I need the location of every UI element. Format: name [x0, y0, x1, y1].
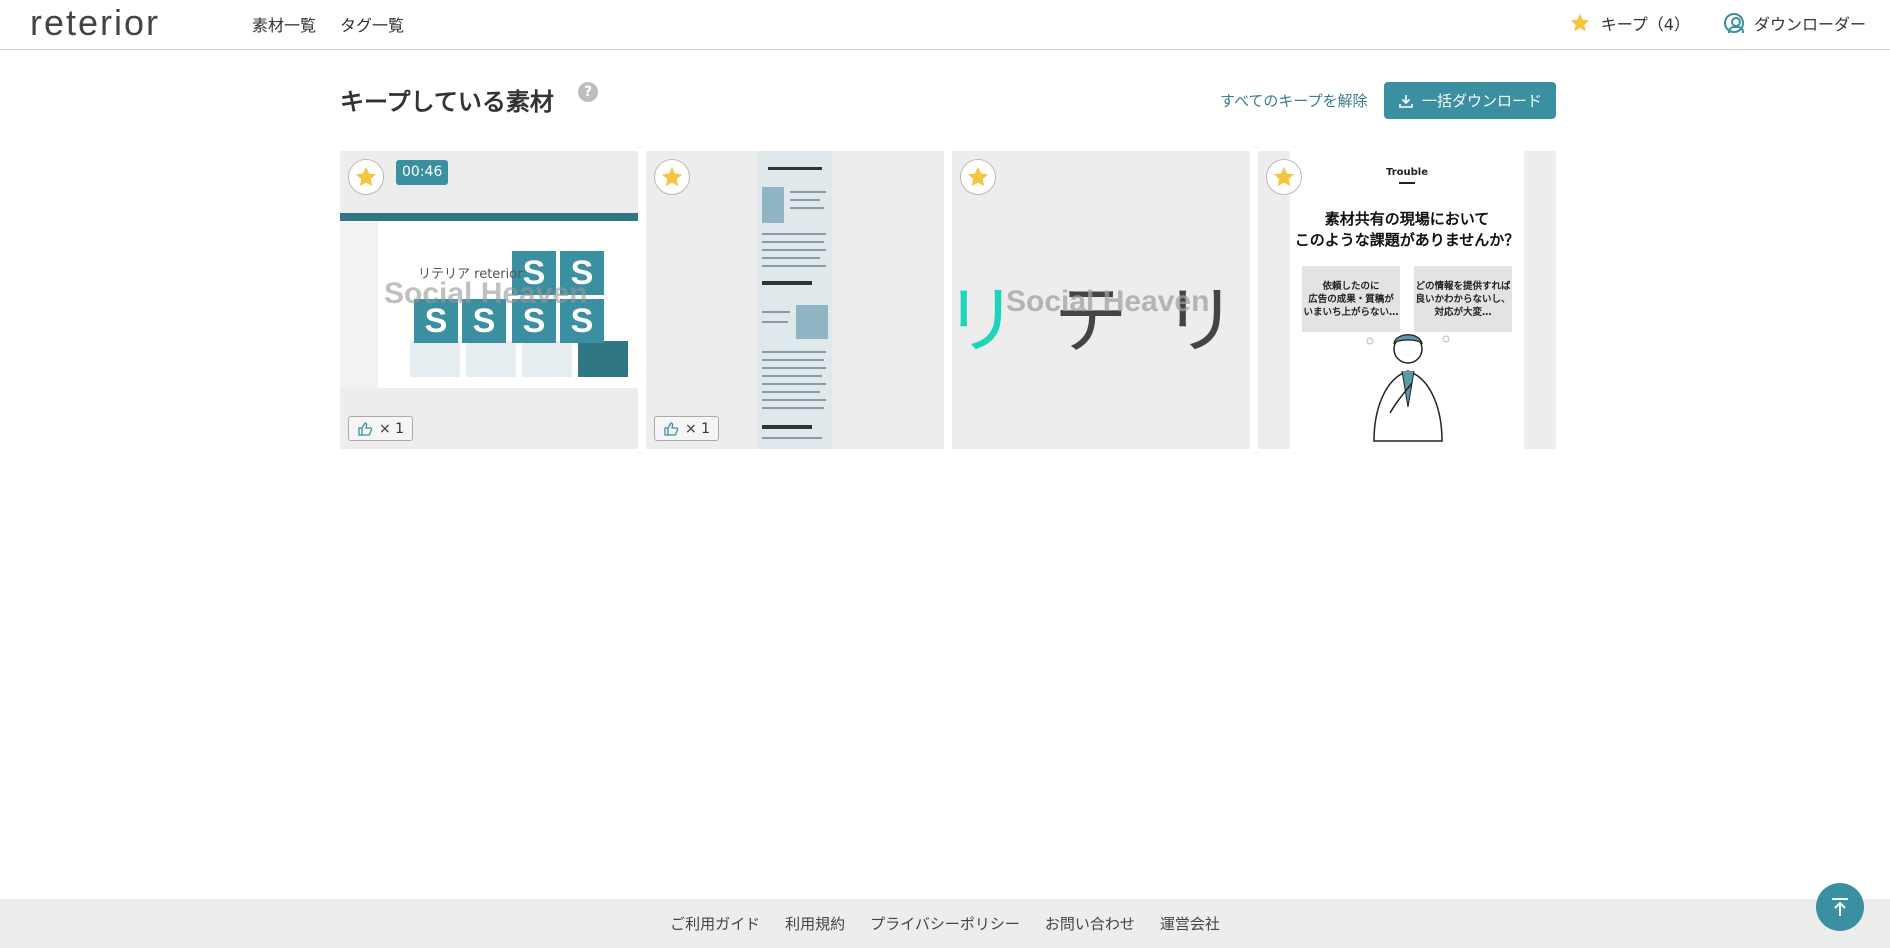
- material-card[interactable]: S S S S S S リテリア reterior Social Heaven …: [340, 151, 638, 449]
- card-thumbnail: S S S S S S リテリア reterior Social Heaven: [340, 213, 638, 388]
- keep-star-button[interactable]: [960, 159, 996, 195]
- keep-star-button[interactable]: [654, 159, 690, 195]
- keep-link[interactable]: キープ（4）: [1569, 11, 1690, 35]
- user-label: ダウンローダー: [1753, 15, 1866, 34]
- header-actions: キープ（4） ダウンローダー: [1569, 11, 1866, 35]
- top-header: reterior 素材一覧 タグ一覧 キープ（4） ダウンローダー: [0, 0, 1890, 50]
- material-card[interactable]: × 1: [646, 151, 944, 449]
- site-logo[interactable]: reterior: [30, 2, 160, 44]
- keep-label: キープ（4）: [1600, 15, 1690, 34]
- star-icon: [1570, 13, 1589, 32]
- slide-headline-line: 素材共有の現場において: [1324, 210, 1490, 228]
- footer: ご利用ガイド 利用規約 プライバシーポリシー お問い合わせ 運営会社: [0, 899, 1890, 948]
- main-nav: 素材一覧 タグ一覧: [252, 12, 404, 36]
- logo-text: reterior: [30, 2, 161, 43]
- card-watermark: Social Heaven: [1006, 285, 1210, 318]
- nav-materials[interactable]: 素材一覧: [252, 12, 316, 36]
- unkeep-all-link[interactable]: すべてのキープを解除: [1220, 90, 1367, 111]
- bulk-download-button[interactable]: 一括ダウンロード: [1384, 82, 1556, 119]
- user-icon: [1723, 13, 1744, 33]
- person-illustration: [1366, 334, 1450, 442]
- arrow-up-icon: [1832, 898, 1848, 916]
- scroll-to-top-button[interactable]: [1816, 883, 1864, 931]
- like-count: × 1: [379, 420, 405, 437]
- keep-star-button[interactable]: [348, 159, 384, 195]
- slide-tag: Trouble: [1385, 167, 1428, 178]
- like-badge: × 1: [654, 416, 720, 441]
- download-icon: [1399, 94, 1413, 108]
- thumbs-up-icon: [664, 421, 679, 436]
- footer-link-terms[interactable]: 利用規約: [785, 913, 845, 934]
- material-card[interactable]: Trouble 素材共有の現場において このような課題がありませんか？ 依頼した…: [1258, 151, 1556, 449]
- help-icon[interactable]: ?: [578, 82, 598, 102]
- slide-headline-line: このような課題がありませんか？: [1294, 231, 1520, 249]
- nav-tags[interactable]: タグ一覧: [340, 12, 404, 36]
- footer-link-contact[interactable]: お問い合わせ: [1045, 913, 1135, 934]
- page-title: キープしている素材: [340, 88, 554, 116]
- bulk-download-label: 一括ダウンロード: [1421, 92, 1542, 110]
- title-row: キープしている素材 ? すべてのキープを解除 一括ダウンロード: [340, 82, 1556, 122]
- star-icon: [968, 167, 988, 187]
- card-watermark: Social Heaven: [384, 277, 588, 310]
- like-count: × 1: [685, 420, 711, 437]
- star-icon: [356, 167, 376, 187]
- footer-link-privacy[interactable]: プライバシーポリシー: [870, 913, 1020, 934]
- footer-link-company[interactable]: 運営会社: [1160, 913, 1220, 934]
- star-icon: [662, 167, 682, 187]
- kept-materials-grid: S S S S S S リテリア reterior Social Heaven …: [340, 151, 1556, 449]
- video-duration-badge: 00:46: [396, 160, 449, 185]
- card-thumbnail: [758, 151, 832, 449]
- footer-link-guide[interactable]: ご利用ガイド: [670, 913, 760, 934]
- thumbs-up-icon: [358, 421, 373, 436]
- star-icon: [1274, 167, 1294, 187]
- like-badge: × 1: [348, 416, 414, 441]
- card-thumbnail: Trouble 素材共有の現場において このような課題がありませんか？ 依頼した…: [1290, 151, 1524, 449]
- material-card[interactable]: リ テ リ ア Social Heaven: [952, 151, 1250, 449]
- user-menu[interactable]: ダウンローダー: [1723, 11, 1866, 35]
- keep-star-button[interactable]: [1266, 159, 1302, 195]
- slide-headline: 素材共有の現場において このような課題がありませんか？: [1290, 209, 1524, 251]
